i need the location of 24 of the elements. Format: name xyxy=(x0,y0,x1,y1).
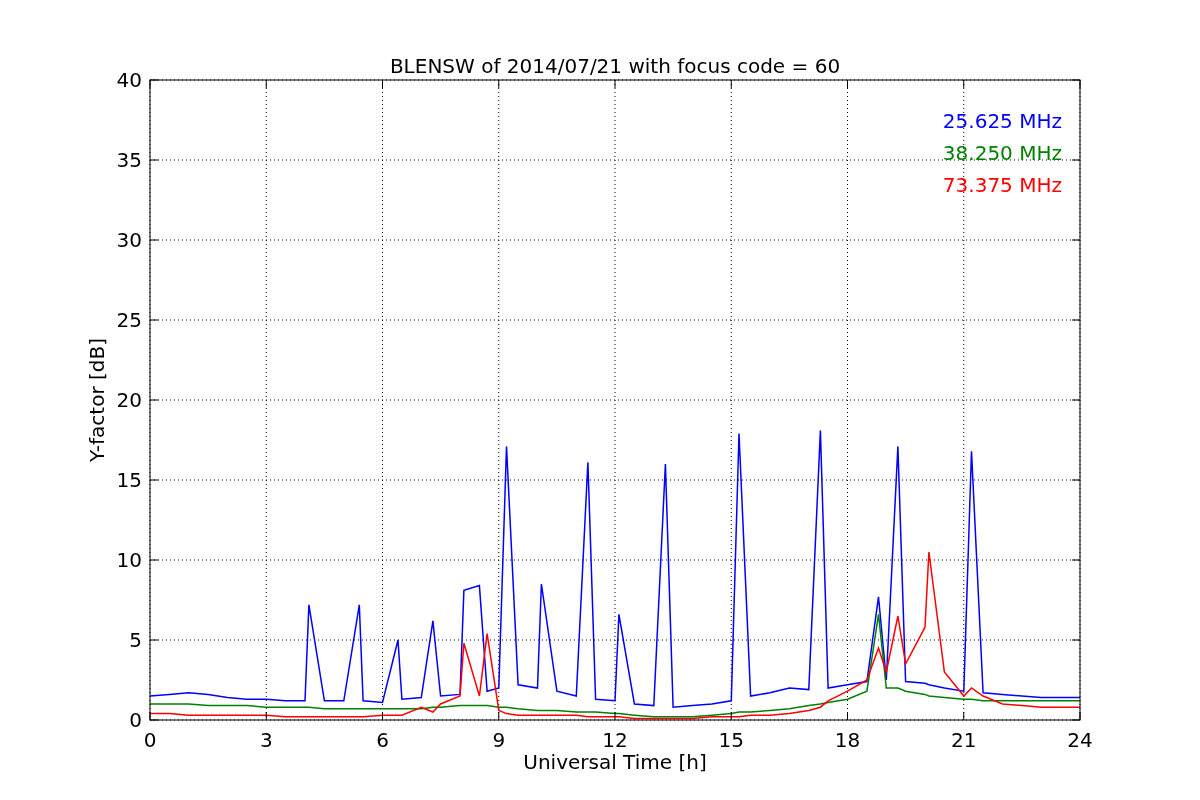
legend-label: 25.625 MHz xyxy=(942,109,1062,133)
tick-label: 24 xyxy=(1067,728,1093,752)
tick-label: 25 xyxy=(116,308,142,332)
tick-label: 40 xyxy=(116,68,142,92)
tick-label: 35 xyxy=(116,148,142,172)
tick-label: 18 xyxy=(834,728,861,752)
tick-label: 15 xyxy=(718,728,744,752)
tick-label: 12 xyxy=(602,728,628,752)
tick-label: 30 xyxy=(116,228,142,252)
axis-label: Y-factor [dB] xyxy=(85,338,109,462)
tick-label: 20 xyxy=(116,388,142,412)
tick-label: 10 xyxy=(116,548,142,572)
tick-label: 21 xyxy=(951,728,977,752)
tick-label: 6 xyxy=(376,728,389,752)
axis-label: Universal Time [h] xyxy=(523,750,707,774)
chart-title: BLENSW of 2014/07/21 with focus code = 60 xyxy=(389,54,841,78)
tick-label: 15 xyxy=(116,468,142,492)
tick-label: 0 xyxy=(129,708,142,732)
tick-label: 0 xyxy=(143,728,157,752)
legend-label: 73.375 MHz xyxy=(942,173,1062,197)
tick-label: 3 xyxy=(259,728,273,752)
tick-label: 5 xyxy=(129,628,142,652)
tick-label: 9 xyxy=(492,728,506,752)
legend-label: 38.250 MHz xyxy=(942,141,1062,165)
